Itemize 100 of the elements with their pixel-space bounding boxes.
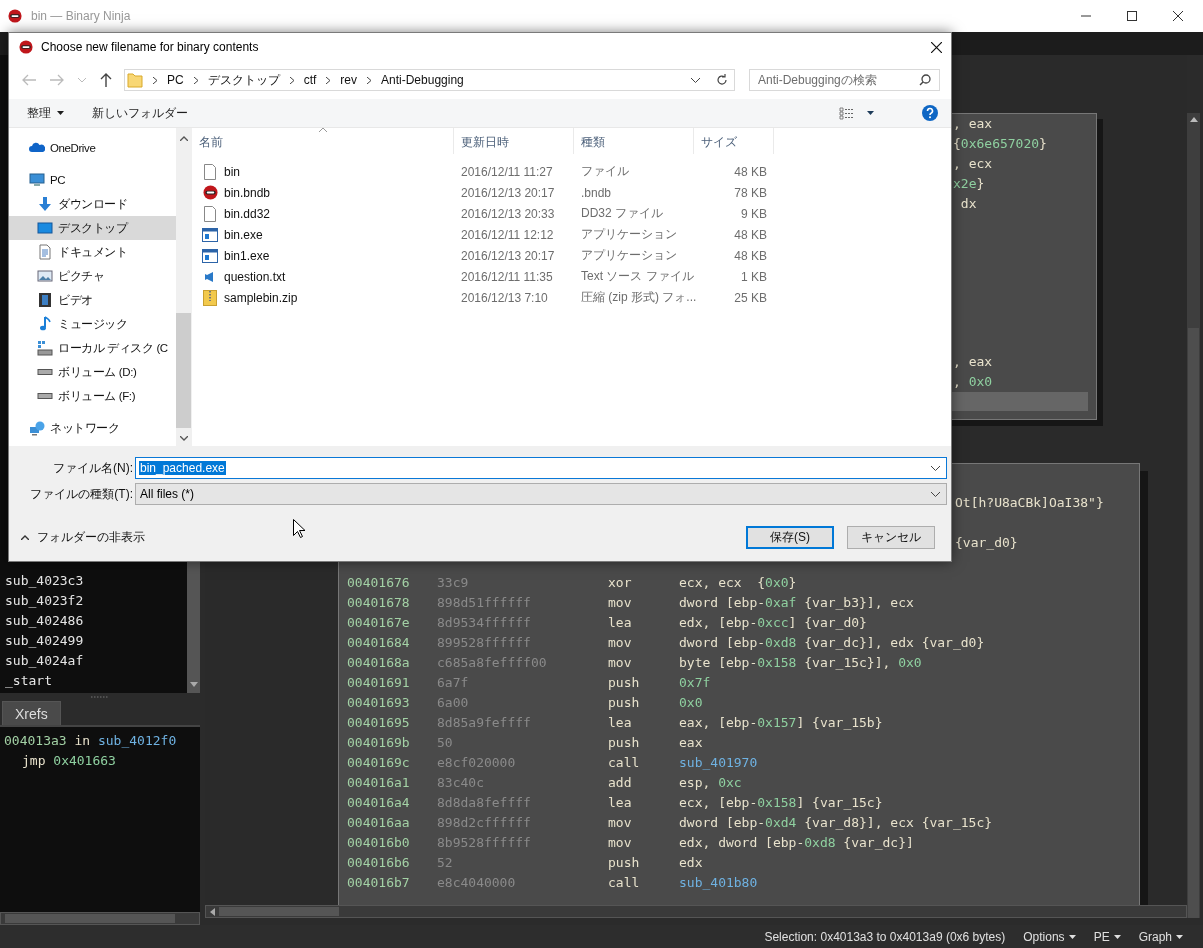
function-item[interactable]: sub_4024af (0, 651, 187, 671)
breadcrumb[interactable]: PC (167, 73, 184, 87)
address-text: 00401693 (347, 694, 411, 712)
chevron-down-icon[interactable] (691, 77, 700, 83)
file-name[interactable]: bin.dd32 (224, 206, 271, 221)
filename-label: ファイル名(N): (52, 459, 134, 477)
new-folder-button[interactable]: 新しいフォルダー (92, 104, 188, 122)
caret-icon (867, 111, 874, 115)
address-text: 00401695 (347, 714, 411, 732)
chevron-down-icon[interactable] (179, 436, 188, 441)
chevron-up-icon[interactable] (179, 136, 188, 141)
bytes-text: 8d8da8feffff (437, 794, 532, 812)
dialog-button[interactable]: 保存(S) (746, 526, 834, 549)
caret-icon (1068, 934, 1076, 939)
breadcrumb[interactable]: デスクトップ (207, 71, 280, 89)
nav-item[interactable]: ピクチャ (9, 264, 176, 288)
breadcrumb[interactable]: ctf (303, 73, 317, 87)
vertical-scrollbar[interactable] (1187, 113, 1200, 918)
function-item[interactable]: sub_4023f2 (0, 591, 187, 611)
mnemonic-text: push (608, 854, 641, 872)
splitter-handle-icon[interactable] (91, 695, 109, 698)
mnemonic-text: xor (608, 574, 633, 592)
address-text: 0040169b (347, 734, 411, 752)
operand-text: byte [ebp-0x158 {var_15c}], 0x0 (679, 654, 922, 672)
status-menu[interactable]: PE (1093, 929, 1121, 944)
horizontal-scrollbar[interactable] (205, 905, 1187, 918)
file-name[interactable]: bin.bndb (224, 185, 271, 200)
xrefs-tab[interactable]: Xrefs (2, 701, 61, 725)
refresh-icon[interactable] (716, 74, 728, 86)
hide-folders-button[interactable]: フォルダーの非表示 (21, 529, 145, 546)
dialog-button[interactable]: キャンセル (847, 526, 935, 549)
operand-text: 0x7f (679, 674, 711, 692)
column-header[interactable]: サイズ (694, 128, 774, 154)
function-item[interactable]: sub_402499 (0, 631, 187, 651)
selection-status: Selection: 0x4013a3 to 0x4013a9 (0x6 bytes) (764, 929, 1006, 944)
bytes-text: 50 (437, 734, 454, 752)
nav-item[interactable]: デスクトップ (9, 216, 176, 240)
file-type-select[interactable]: All files (*) (135, 483, 947, 505)
status-menu[interactable]: Options (1023, 929, 1076, 944)
nav-item[interactable]: PC (9, 168, 176, 192)
mnemonic-text: lea (608, 614, 633, 632)
disk-drive-icon (37, 340, 53, 356)
xref-instruction: jmp 0x401663 (21, 752, 117, 770)
nav-item[interactable]: ボリューム (F:) (9, 384, 176, 408)
chevron-right-icon (289, 76, 294, 84)
file-name[interactable]: bin (224, 164, 240, 179)
breadcrumb[interactable]: Anti-Debugging (381, 73, 464, 87)
address-text: 0040168a (347, 654, 411, 672)
nav-item[interactable]: ボリューム (D:) (9, 360, 176, 384)
nav-item[interactable]: ビデオ (9, 288, 176, 312)
operand-text: edx, [ebp-0xcc] {var_d0} (679, 614, 867, 632)
function-item[interactable]: sub_4023c3 (0, 571, 187, 591)
chevron-up-icon (21, 535, 29, 540)
function-item[interactable]: sub_402486 (0, 611, 187, 631)
address-text: 004016b7 (347, 874, 411, 892)
folder-icon (127, 72, 143, 88)
operand-text: esp, 0xc (679, 774, 742, 792)
file-type: DD32 ファイル (580, 205, 664, 222)
xref-line[interactable]: 004013a3 in sub_4012f0 (0, 731, 200, 751)
close-icon[interactable] (931, 41, 942, 53)
file-size: 48 KB (733, 164, 767, 179)
zip-folder-icon (203, 289, 217, 306)
nav-item[interactable]: ネットワーク (9, 416, 176, 440)
file-name[interactable]: bin.exe (224, 227, 263, 242)
document-icon (37, 244, 53, 260)
nav-item[interactable]: ダウンロード (9, 192, 176, 216)
nav-item[interactable]: ローカル ディスク (C (9, 336, 176, 360)
file-name[interactable]: question.txt (224, 269, 286, 284)
scroll-down-icon[interactable] (189, 682, 198, 687)
organize-menu[interactable]: 整理 (27, 104, 64, 122)
nav-item[interactable]: ドキュメント (9, 240, 176, 264)
scroll-left-icon[interactable] (210, 907, 215, 916)
file-name[interactable]: bin1.exe (224, 248, 270, 263)
close-icon[interactable] (1173, 11, 1183, 21)
file-name[interactable]: samplebin.zip (224, 290, 298, 305)
bytes-text: 8b9528ffffff (437, 834, 532, 852)
status-menu[interactable]: Graph (1138, 929, 1183, 944)
bytes-text: 899528ffffff (437, 634, 532, 652)
maximize-icon[interactable] (1127, 11, 1137, 21)
breadcrumb[interactable]: rev (340, 73, 357, 87)
chevron-down-icon[interactable] (931, 491, 940, 497)
vertical-scrollbar[interactable] (176, 128, 191, 446)
column-header[interactable]: 名前 (192, 128, 454, 154)
horizontal-scrollbar[interactable] (0, 912, 200, 925)
help-icon[interactable] (922, 105, 938, 121)
filename-field[interactable]: bin_pached.exe (135, 457, 947, 479)
nav-item[interactable]: OneDrive (9, 136, 176, 160)
search-field[interactable]: Anti-Debuggingの検索 (749, 69, 940, 91)
chevron-down-icon[interactable] (931, 465, 940, 471)
up-arrow-icon[interactable] (100, 73, 112, 87)
column-header[interactable]: 種類 (574, 128, 694, 154)
nav-item[interactable]: ミュージック (9, 312, 176, 336)
address-bar[interactable]: PC デスクトップ ctf rev Anti-Debugging (124, 69, 735, 91)
window-title: bin — Binary Ninja (31, 9, 131, 23)
function-item[interactable]: _start (0, 671, 187, 691)
view-options-icon[interactable] (839, 106, 855, 120)
address-text: 004016a4 (347, 794, 411, 812)
scroll-up-icon[interactable] (1189, 117, 1198, 122)
column-header[interactable]: 更新日時 (454, 128, 574, 154)
mnemonic-text: call (608, 874, 641, 892)
